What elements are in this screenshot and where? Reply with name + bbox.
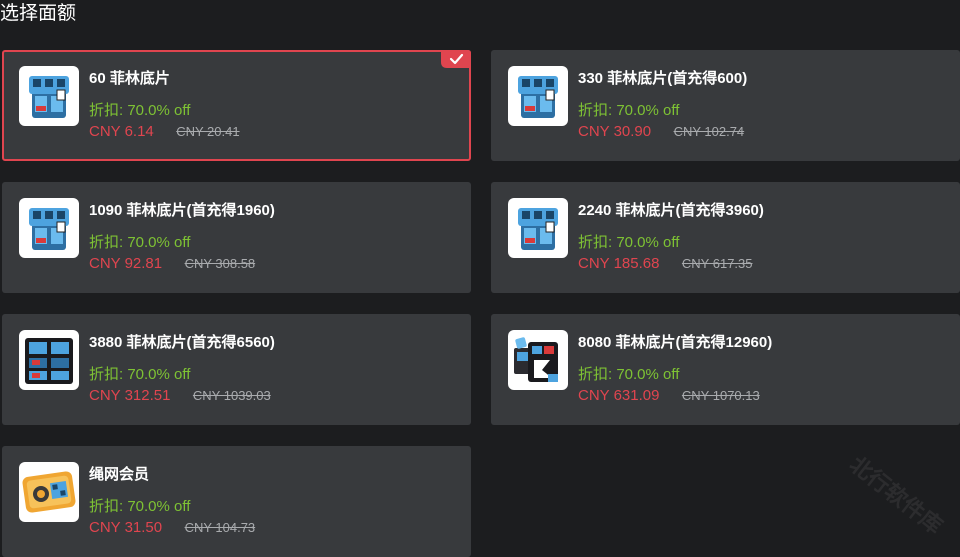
card-discount: 折扣: 70.0% off — [578, 102, 680, 119]
denomination-card-2240[interactable]: 2240 菲林底片(首充得3960) 折扣: 70.0% off CNY 185… — [491, 182, 960, 293]
price-row: CNY 30.90 CNY 102.74 — [578, 123, 744, 141]
card-original-price: CNY 102.74 — [673, 124, 745, 139]
card-price: CNY 312.51 — [89, 387, 171, 404]
card-discount: 折扣: 70.0% off — [578, 366, 680, 383]
card-discount: 折扣: 70.0% off — [89, 366, 191, 383]
card-price: CNY 30.90 — [578, 123, 652, 140]
denomination-card-60[interactable]: 60 菲林底片 折扣: 70.0% off CNY 6.14 CNY 20.41 — [2, 50, 471, 161]
price-row: CNY 92.81 CNY 308.58 — [89, 255, 255, 273]
film-box-icon — [19, 66, 79, 126]
selected-check-icon — [441, 50, 471, 68]
card-name: 3880 菲林底片(首充得6560) — [89, 334, 275, 351]
card-original-price: CNY 1070.13 — [681, 388, 760, 403]
card-discount: 折扣: 70.0% off — [89, 498, 191, 515]
card-discount: 折扣: 70.0% off — [578, 234, 680, 251]
denomination-page: 选择面额 60 菲林底片 折扣: 70.0% off CNY 6.14 CNY … — [0, 0, 960, 557]
card-discount: 折扣: 70.0% off — [89, 234, 191, 251]
price-row: CNY 31.50 CNY 104.73 — [89, 519, 255, 537]
card-price: CNY 631.09 — [578, 387, 660, 404]
card-name: 60 菲林底片 — [89, 70, 170, 87]
film-box-icon — [508, 66, 568, 126]
card-price: CNY 185.68 — [578, 255, 660, 272]
watermark: 北行软件库 — [844, 452, 947, 540]
denomination-card-330[interactable]: 330 菲林底片(首充得600) 折扣: 70.0% off CNY 30.90… — [491, 50, 960, 161]
card-discount: 折扣: 70.0% off — [89, 102, 191, 119]
card-price: CNY 6.14 — [89, 123, 154, 140]
price-row: CNY 185.68 CNY 617.35 — [578, 255, 753, 273]
film-box-icon — [19, 198, 79, 258]
card-original-price: CNY 104.73 — [184, 520, 256, 535]
card-name: 1090 菲林底片(首充得1960) — [89, 202, 275, 219]
price-row: CNY 6.14 CNY 20.41 — [89, 123, 240, 141]
film-crate-icon — [19, 330, 79, 390]
card-name: 绳网会员 — [89, 466, 150, 483]
card-name: 8080 菲林底片(首充得12960) — [578, 334, 773, 351]
card-price: CNY 92.81 — [89, 255, 163, 272]
denomination-card-1090[interactable]: 1090 菲林底片(首充得1960) 折扣: 70.0% off CNY 92.… — [2, 182, 471, 293]
card-original-price: CNY 20.41 — [176, 124, 240, 139]
card-name: 2240 菲林底片(首充得3960) — [578, 202, 764, 219]
card-price: CNY 31.50 — [89, 519, 163, 536]
card-original-price: CNY 308.58 — [184, 256, 256, 271]
section-title: 选择面额 — [0, 2, 77, 24]
denomination-card-membership[interactable]: 绳网会员 折扣: 70.0% off CNY 31.50 CNY 104.73 — [2, 446, 471, 557]
card-original-price: CNY 617.35 — [681, 256, 753, 271]
film-box-icon — [508, 198, 568, 258]
denomination-card-3880[interactable]: 3880 菲林底片(首充得6560) 折扣: 70.0% off CNY 312… — [2, 314, 471, 425]
membership-card-icon — [19, 462, 79, 522]
denomination-card-8080[interactable]: 8080 菲林底片(首充得12960) 折扣: 70.0% off CNY 63… — [491, 314, 960, 425]
card-name: 330 菲林底片(首充得600) — [578, 70, 748, 87]
film-bundle-icon — [508, 330, 568, 390]
card-original-price: CNY 1039.03 — [192, 388, 271, 403]
price-row: CNY 631.09 CNY 1070.13 — [578, 387, 760, 405]
price-row: CNY 312.51 CNY 1039.03 — [89, 387, 271, 405]
